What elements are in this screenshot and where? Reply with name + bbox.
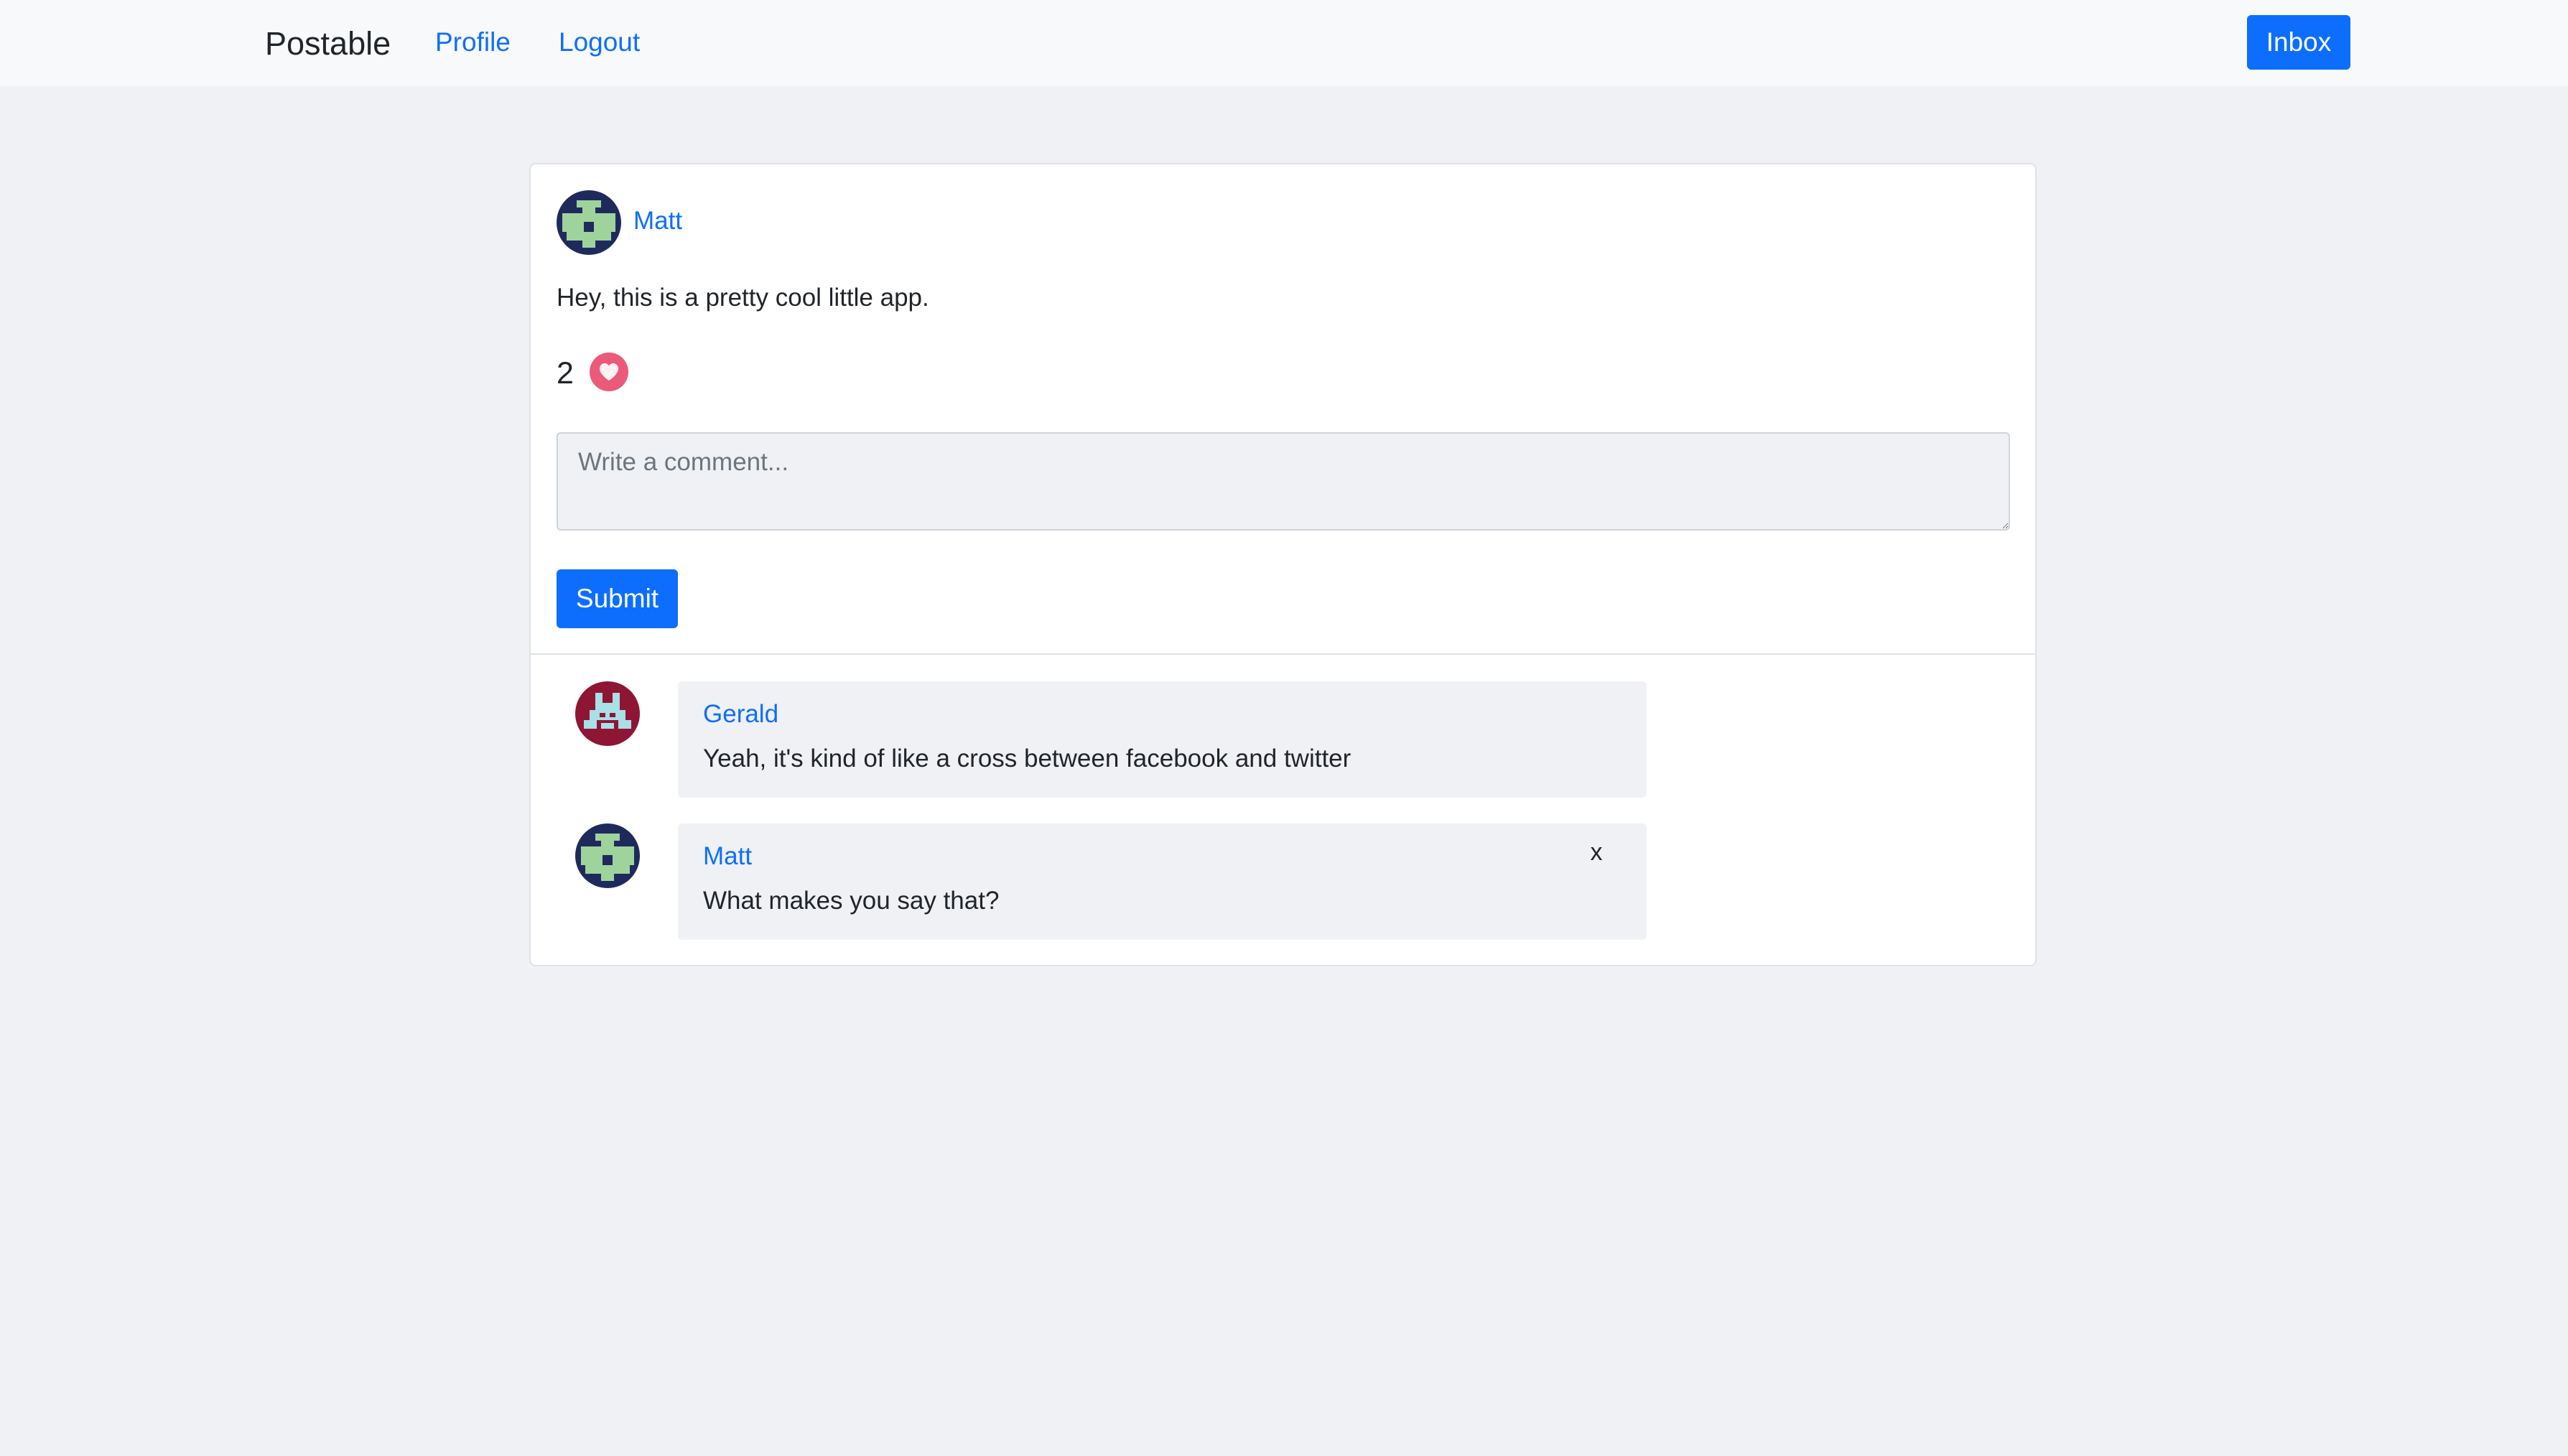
- like-count: 2: [557, 356, 574, 391]
- submit-comment-button[interactable]: Submit: [557, 569, 678, 628]
- brand-logo[interactable]: Postable: [265, 24, 391, 64]
- comment-bubble: Gerald Yeah, it's kind of like a cross b…: [678, 681, 1647, 798]
- inbox-button[interactable]: Inbox: [2247, 15, 2350, 70]
- comment-author-avatar[interactable]: [575, 823, 640, 888]
- post-body: Matt Hey, this is a pretty cool little a…: [531, 164, 2035, 655]
- post-author-link[interactable]: Matt: [633, 205, 682, 237]
- comment-author-link[interactable]: Gerald: [703, 699, 778, 730]
- comment-item: Gerald Yeah, it's kind of like a cross b…: [531, 681, 2035, 798]
- like-button[interactable]: [590, 353, 628, 391]
- nav-link-logout[interactable]: Logout: [559, 25, 640, 60]
- pixel-avatar-icon: [575, 823, 640, 888]
- top-navbar: Postable Profile Logout Inbox: [0, 0, 2568, 86]
- delete-comment-button[interactable]: x: [1582, 836, 1611, 868]
- nav-link-profile[interactable]: Profile: [435, 25, 511, 60]
- comment-bubble: Matt x What makes you say that?: [678, 823, 1647, 940]
- comment-text: Yeah, it's kind of like a cross between …: [703, 745, 1352, 773]
- comment-item: Matt x What makes you say that?: [531, 823, 2035, 940]
- comment-author-link[interactable]: Matt: [703, 841, 752, 872]
- pixel-avatar-icon: [575, 681, 640, 746]
- pixel-avatar-icon: [557, 190, 621, 255]
- heart-icon: [600, 363, 618, 381]
- comment-input[interactable]: [557, 432, 2010, 531]
- post-author-avatar[interactable]: [557, 190, 621, 255]
- comment-author-avatar[interactable]: [575, 681, 640, 746]
- post-text: Hey, this is a pretty cool little app.: [557, 284, 929, 312]
- post-card: Matt Hey, this is a pretty cool little a…: [529, 163, 2037, 966]
- comment-text: What makes you say that?: [703, 887, 1000, 915]
